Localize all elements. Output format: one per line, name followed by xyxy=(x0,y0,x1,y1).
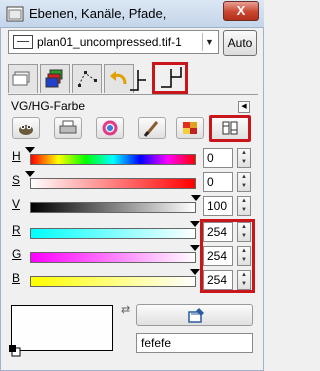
spin-buttons-s[interactable]: ▲ ▼ xyxy=(237,172,251,192)
scale-handle-v[interactable] xyxy=(191,195,201,201)
scale-slider-r[interactable] xyxy=(30,228,196,239)
image-thumbnail xyxy=(13,35,33,49)
palette-selector-button[interactable] xyxy=(176,117,204,139)
cmyk-selector-button[interactable] xyxy=(54,117,82,139)
rgb-values-highlight xyxy=(200,219,255,293)
scale-label-b: B xyxy=(12,271,21,285)
scale-handle-h[interactable] xyxy=(25,147,35,153)
section-title: VG/HG-Farbe xyxy=(11,99,86,113)
close-button[interactable]: X xyxy=(223,1,259,21)
layers-icon xyxy=(12,71,30,86)
scale-label-r: R xyxy=(12,223,21,237)
scale-label-g: G xyxy=(12,247,22,261)
hex-color-field[interactable]: fefefe xyxy=(136,333,253,353)
wheel-selector-button[interactable] xyxy=(96,117,124,139)
color-wheel-icon xyxy=(102,120,118,136)
dock-tabs xyxy=(8,62,258,94)
printer-icon xyxy=(59,120,77,134)
scale-label-h: H xyxy=(12,149,21,163)
wilber-icon xyxy=(19,124,33,135)
watercolor-selector-button[interactable] xyxy=(138,117,166,139)
scale-label-s: S xyxy=(12,173,21,187)
scale-slider-s[interactable] xyxy=(30,178,196,189)
scale-handle-g[interactable] xyxy=(190,245,201,251)
image-name: plan01_uncompressed.tif-1 xyxy=(37,35,182,49)
scale-label-v: V xyxy=(12,197,21,211)
scale-handle-b[interactable] xyxy=(190,269,201,275)
scale-value-v[interactable]: 100 xyxy=(203,196,233,216)
tab-fg-bg-color[interactable] xyxy=(152,62,188,94)
gimp-selector-button[interactable] xyxy=(12,117,40,139)
scale-handle-s[interactable] xyxy=(25,171,35,177)
channels-icon xyxy=(45,69,63,88)
scales-selector-button[interactable] xyxy=(209,115,251,142)
brush-icon xyxy=(143,121,159,137)
tab-divider xyxy=(8,94,258,95)
scale-slider-b[interactable] xyxy=(30,276,196,287)
window-title: Ebenen, Kanäle, Pfade, ... xyxy=(29,6,169,21)
spin-buttons-h[interactable]: ▲ ▼ xyxy=(237,148,251,168)
color-picker-button[interactable] xyxy=(136,304,253,326)
scale-handle-r[interactable] xyxy=(190,221,201,227)
tab-channels[interactable] xyxy=(40,64,70,93)
scale-value-h[interactable]: 0 xyxy=(203,148,233,168)
tab-unknown[interactable] xyxy=(124,64,154,93)
spin-buttons-v[interactable]: ▲ ▼ xyxy=(237,196,251,216)
scale-value-s[interactable]: 0 xyxy=(203,172,233,192)
fg-bg-color-area[interactable]: ⇄ xyxy=(9,303,130,358)
palette-icon xyxy=(183,122,197,134)
bracket-icon xyxy=(161,67,182,88)
tab-layers[interactable] xyxy=(8,64,38,93)
color-picker-icon xyxy=(188,308,204,323)
bracket-icon xyxy=(130,70,146,91)
title-bar: Ebenen, Kanäle, Pfade, ... X xyxy=(0,0,264,28)
auto-button[interactable]: Auto xyxy=(223,30,257,56)
foreground-color-swatch[interactable] xyxy=(11,305,113,351)
swap-colors-icon[interactable]: ⇄ xyxy=(121,303,130,316)
scale-slider-h[interactable] xyxy=(30,154,196,165)
chevron-down-icon[interactable]: ▼ xyxy=(202,33,216,51)
gimp-app-icon xyxy=(6,6,24,22)
tab-paths[interactable] xyxy=(72,64,102,93)
scale-slider-v[interactable] xyxy=(30,202,196,213)
default-colors-icon[interactable] xyxy=(9,345,21,357)
image-dropdown[interactable]: plan01_uncompressed.tif-1 ▼ xyxy=(8,30,219,54)
paths-icon xyxy=(78,71,97,87)
scales-icon xyxy=(222,121,238,135)
tab-menu-icon[interactable]: ◀ xyxy=(238,101,250,113)
scale-slider-g[interactable] xyxy=(30,252,196,263)
